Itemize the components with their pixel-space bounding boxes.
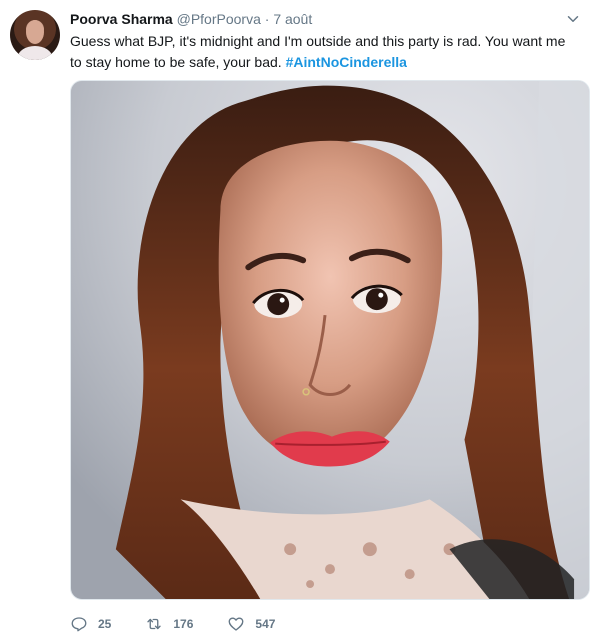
reply-count: 25	[98, 617, 112, 631]
author-name[interactable]: Poorva Sharma	[70, 11, 173, 27]
avatar[interactable]	[10, 10, 60, 60]
tweet-header: Poorva Sharma @PforPoorva · 7 août	[70, 10, 554, 30]
retweet-button[interactable]: 176	[145, 615, 193, 633]
tweet-text: Guess what BJP, it's midnight and I'm ou…	[70, 31, 570, 73]
header-separator: ·	[264, 11, 270, 27]
chevron-down-icon[interactable]	[564, 10, 582, 28]
tweet-actions: 25 176 547	[70, 614, 309, 634]
like-count: 547	[255, 617, 276, 631]
retweet-icon	[147, 618, 162, 630]
tweet-card[interactable]: Poorva Sharma @PforPoorva · 7 août Guess…	[0, 0, 594, 640]
heart-icon	[228, 617, 244, 631]
retweet-count: 176	[173, 617, 194, 631]
reply-icon	[71, 617, 87, 632]
avatar-shoulder	[18, 46, 52, 60]
hashtag-link[interactable]: #AintNoCinderella	[286, 54, 407, 70]
like-button[interactable]: 547	[227, 615, 275, 633]
avatar-face	[26, 20, 44, 44]
reply-button[interactable]: 25	[70, 615, 111, 633]
tweet-photo[interactable]	[70, 80, 590, 600]
author-handle[interactable]: @PforPoorva	[177, 11, 261, 27]
tweet-date[interactable]: 7 août	[273, 11, 312, 27]
